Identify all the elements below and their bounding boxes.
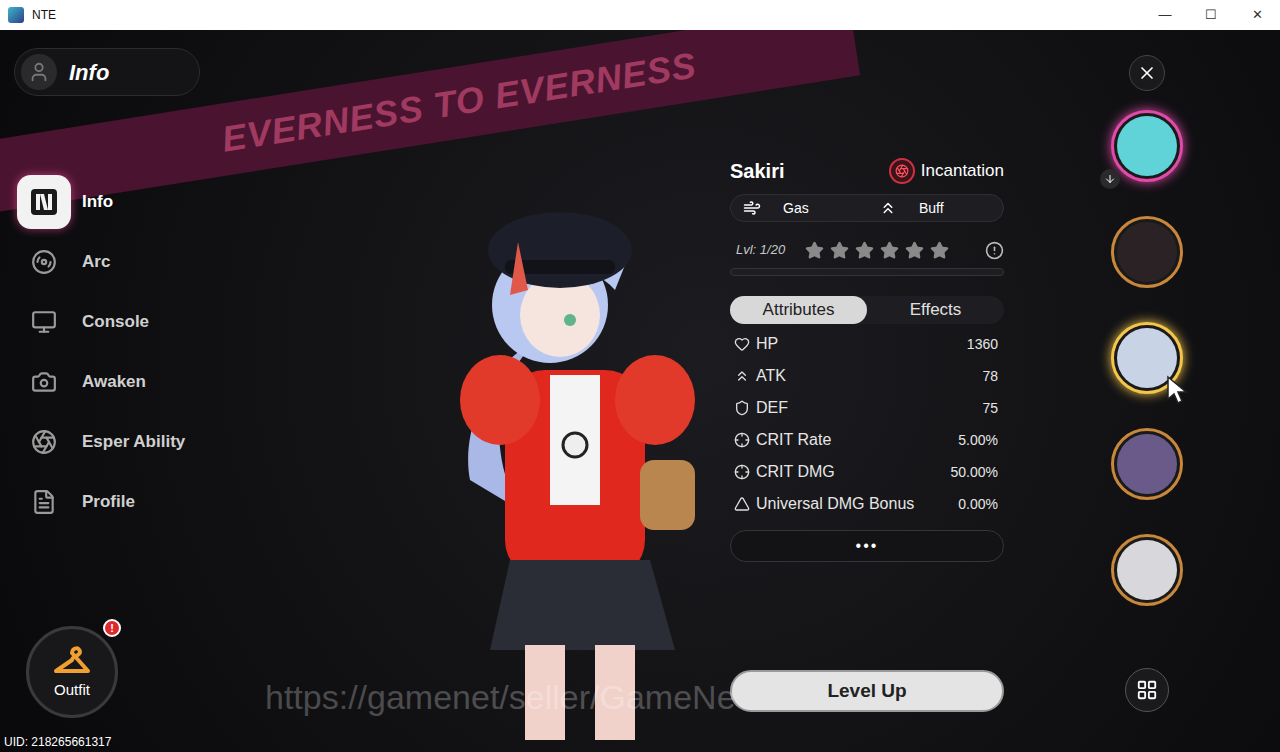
- menu-item-icon: [31, 309, 57, 335]
- left-column: InfoInfoArcConsoleAwakenEsper AbilityPro…: [0, 30, 250, 752]
- close-icon: [1137, 63, 1157, 83]
- grid-icon: [1136, 679, 1158, 701]
- tab[interactable]: Effects: [867, 296, 1004, 324]
- roster-column: [1008, 30, 1280, 752]
- exp-bar: [730, 268, 1004, 276]
- hanger-icon: [52, 643, 92, 677]
- more-button[interactable]: •••: [730, 530, 1004, 562]
- page-header: Info: [14, 48, 200, 96]
- roster-avatar[interactable]: [1111, 534, 1183, 606]
- attribute-row: HP1360: [730, 328, 1004, 360]
- arrow-down-icon: [1100, 169, 1120, 189]
- star-icon: [805, 241, 824, 260]
- roster-avatar[interactable]: [1111, 428, 1183, 500]
- menu-item[interactable]: Esper Ability: [14, 412, 250, 472]
- level-text: Lvl: 1/20: [730, 240, 785, 260]
- tab-bar: AttributesEffects: [730, 296, 1004, 324]
- gas-icon: [743, 199, 761, 217]
- menu-item[interactable]: Arc: [14, 232, 250, 292]
- attribute-icon: [734, 464, 750, 480]
- menu-item-icon: [31, 489, 57, 515]
- side-menu: InfoArcConsoleAwakenEsper AbilityProfile: [14, 172, 250, 532]
- star-row: [805, 241, 949, 260]
- character-stage: [250, 30, 730, 752]
- star-icon: [880, 241, 899, 260]
- buff-icon: [879, 199, 897, 217]
- window-control-button[interactable]: ✕: [1234, 0, 1280, 30]
- attribute-row: DEF75: [730, 392, 1004, 424]
- level-up-button[interactable]: Level Up: [730, 670, 1004, 712]
- avatar-portrait: [1117, 222, 1177, 282]
- star-icon: [830, 241, 849, 260]
- outfit-button[interactable]: Outfit!: [26, 626, 118, 718]
- attribute-icon: [734, 368, 750, 384]
- info-panel: Sakiri Incantation GasBuff Lvl: 1/20 Attribu…: [730, 30, 1008, 752]
- app-icon: [8, 7, 24, 23]
- game-screen: EVERNESS TO EVERNESSInfoInfoArcConsoleAw…: [0, 30, 1280, 752]
- info-circle-icon[interactable]: [985, 241, 1004, 260]
- mouse-cursor-icon: [1166, 375, 1188, 405]
- menu-item-icon: [31, 429, 57, 455]
- title-bar: NTE —☐✕: [0, 0, 1280, 30]
- menu-item[interactable]: Awaken: [14, 352, 250, 412]
- page-title: Info: [69, 56, 109, 89]
- window-control-button[interactable]: —: [1142, 0, 1188, 30]
- character-name: Sakiri: [730, 156, 784, 186]
- attribute-icon: [734, 432, 750, 448]
- menu-item-icon: [31, 249, 57, 275]
- tag-bar: GasBuff: [730, 194, 1004, 222]
- attribute-icon: [734, 400, 750, 416]
- element-badge: Incantation: [889, 158, 1004, 184]
- banner-text: EVERNESS TO EVERNESS: [218, 38, 700, 166]
- roster-avatar[interactable]: [1111, 216, 1183, 288]
- tab[interactable]: Attributes: [730, 296, 867, 324]
- attribute-row: CRIT DMG50.00%: [730, 456, 1004, 488]
- menu-item-icon: [31, 369, 57, 395]
- attribute-list: HP1360ATK78DEF75CRIT Rate5.00%CRIT DMG50…: [730, 328, 1004, 520]
- avatar-portrait: [1117, 540, 1177, 600]
- attribute-icon: [734, 496, 750, 512]
- star-icon: [855, 241, 874, 260]
- profile-avatar-icon: [21, 54, 57, 90]
- attribute-row: CRIT Rate5.00%: [730, 424, 1004, 456]
- menu-item[interactable]: Profile: [14, 472, 250, 532]
- star-icon: [930, 241, 949, 260]
- grid-button[interactable]: [1125, 668, 1169, 712]
- watermark: https://gamenet/seller/GameNe: [265, 672, 736, 723]
- level-row: Lvl: 1/20: [730, 238, 1004, 262]
- close-button[interactable]: [1129, 55, 1165, 91]
- avatar-portrait: [1117, 116, 1177, 176]
- uid-text: UID: 218265661317: [4, 734, 250, 750]
- notification-badge: !: [103, 619, 121, 637]
- window-title: NTE: [32, 6, 56, 24]
- incantation-icon: [889, 158, 915, 184]
- avatar-portrait: [1117, 434, 1177, 494]
- window-control-button[interactable]: ☐: [1188, 0, 1234, 30]
- character-model: [410, 180, 730, 740]
- roster-avatar[interactable]: [1111, 322, 1183, 394]
- menu-item[interactable]: Console: [14, 292, 250, 352]
- attribute-row: Universal DMG Bonus0.00%: [730, 488, 1004, 520]
- outfit-label: Outfit: [54, 679, 90, 702]
- app-window: NTE—☐✕EVERNESS TO EVERNESSInfoInfoArcCon…: [0, 0, 1280, 752]
- tag: Buff: [867, 195, 1003, 221]
- info-logo-icon: [17, 175, 71, 229]
- star-icon: [905, 241, 924, 260]
- attribute-icon: [734, 336, 750, 352]
- tag: Gas: [731, 195, 867, 221]
- menu-item[interactable]: Info: [14, 172, 250, 232]
- attribute-row: ATK78: [730, 360, 1004, 392]
- roster-avatar[interactable]: [1111, 110, 1183, 182]
